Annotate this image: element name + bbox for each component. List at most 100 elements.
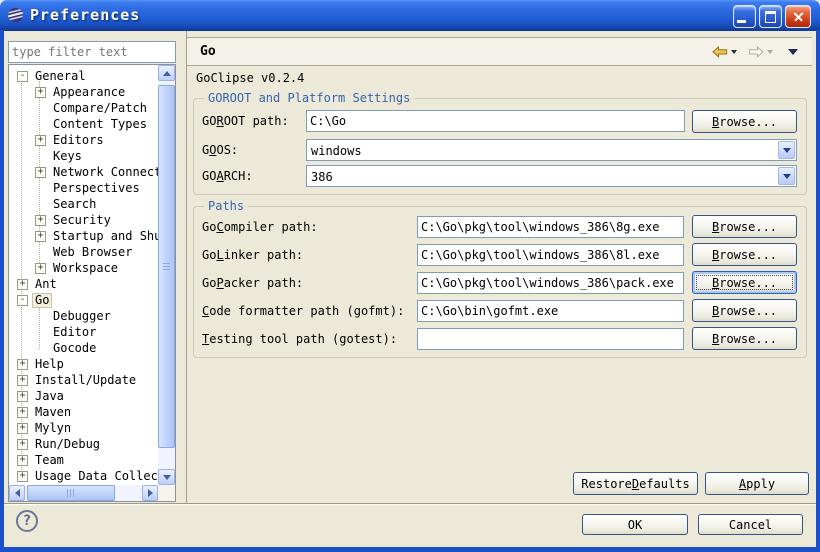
go-packer-path-input[interactable] bbox=[417, 272, 684, 294]
linker-browse-button[interactable]: Browse... bbox=[692, 243, 797, 266]
tree-item-label[interactable]: Team bbox=[32, 453, 67, 468]
titlebar[interactable]: Preferences bbox=[0, 0, 820, 31]
tree-item[interactable]: + Startup and Shu bbox=[9, 228, 158, 244]
apply-button[interactable]: Apply bbox=[705, 472, 809, 495]
tree-item[interactable]: + Workspace bbox=[9, 260, 158, 276]
tree-item-label[interactable]: Go bbox=[32, 293, 52, 308]
close-button[interactable] bbox=[785, 5, 811, 28]
forward-history-menu-button[interactable] bbox=[767, 50, 773, 54]
go-compiler-path-input[interactable] bbox=[417, 216, 684, 238]
packer-browse-button[interactable]: Browse... bbox=[692, 271, 797, 294]
tree-item[interactable]: Editor bbox=[9, 324, 158, 340]
tree-item-label[interactable]: Appearance bbox=[50, 85, 128, 100]
goroot-browse-button[interactable]: Browse... bbox=[692, 110, 797, 133]
panel-divider[interactable] bbox=[186, 31, 187, 503]
tree-item[interactable]: Search bbox=[9, 196, 158, 212]
expand-toggle-icon[interactable]: - bbox=[17, 295, 28, 306]
tree-item-label[interactable]: Usage Data Collect bbox=[32, 469, 158, 484]
back-button[interactable] bbox=[712, 46, 728, 58]
tree-item[interactable]: + Ant bbox=[9, 276, 158, 292]
formatter-browse-button[interactable]: Browse... bbox=[692, 299, 797, 322]
tree-item-label[interactable]: Run/Debug bbox=[32, 437, 103, 452]
help-button[interactable]: ? bbox=[16, 510, 38, 532]
restore-defaults-button[interactable]: Restore Defaults bbox=[573, 472, 698, 495]
tree-item[interactable]: Perspectives bbox=[9, 180, 158, 196]
tree-item[interactable]: Content Types bbox=[9, 116, 158, 132]
tree-item[interactable]: + Mylyn bbox=[9, 420, 158, 436]
expand-toggle-icon[interactable]: + bbox=[35, 135, 46, 146]
minimize-button[interactable] bbox=[733, 5, 756, 28]
forward-button[interactable] bbox=[748, 46, 764, 58]
scroll-left-button[interactable] bbox=[9, 485, 25, 501]
tree-item-label[interactable]: Network Connect bbox=[50, 165, 158, 180]
tree-item[interactable]: Gocode bbox=[9, 340, 158, 356]
tree-item-label[interactable]: Debugger bbox=[50, 309, 114, 324]
tree-item[interactable]: Web Browser bbox=[9, 244, 158, 260]
maximize-button[interactable] bbox=[759, 5, 782, 28]
tree-item[interactable]: - General bbox=[9, 68, 158, 84]
tree-item-label[interactable]: Mylyn bbox=[32, 421, 74, 436]
tree-item-label[interactable]: Help bbox=[32, 357, 67, 372]
horizontal-scroll-thumb[interactable] bbox=[27, 485, 115, 501]
goos-combobox[interactable]: windows bbox=[306, 139, 797, 161]
expand-toggle-icon[interactable]: + bbox=[17, 391, 28, 402]
tree-item[interactable]: + Network Connect bbox=[9, 164, 158, 180]
tree-item[interactable]: - Go bbox=[9, 292, 158, 308]
tree-item-label[interactable]: Compare/Patch bbox=[50, 101, 150, 116]
tree-item-label[interactable]: General bbox=[32, 69, 89, 84]
filter-input[interactable] bbox=[8, 41, 176, 63]
tree-vertical-scrollbar[interactable] bbox=[158, 65, 175, 485]
tree-item-label[interactable]: Content Types bbox=[50, 117, 150, 132]
tree-item-label[interactable]: Editor bbox=[50, 325, 99, 340]
tree-item[interactable]: + Team bbox=[9, 452, 158, 468]
tree-item[interactable]: + Appearance bbox=[9, 84, 158, 100]
dropdown-button[interactable] bbox=[778, 141, 795, 159]
tree-item-label[interactable]: Keys bbox=[50, 149, 85, 164]
tree-item[interactable]: + Java bbox=[9, 388, 158, 404]
tree-item[interactable]: + Usage Data Collect bbox=[9, 468, 158, 484]
expand-toggle-icon[interactable]: - bbox=[17, 71, 28, 82]
tree-item-label[interactable]: Java bbox=[32, 389, 67, 404]
dropdown-button[interactable] bbox=[778, 167, 795, 185]
expand-toggle-icon[interactable]: + bbox=[35, 263, 46, 274]
scroll-right-button[interactable] bbox=[142, 485, 158, 501]
testing-browse-button[interactable]: Browse... bbox=[692, 327, 797, 350]
tree-item[interactable]: + Install/Update bbox=[9, 372, 158, 388]
expand-toggle-icon[interactable]: + bbox=[35, 167, 46, 178]
vertical-scroll-thumb[interactable] bbox=[158, 85, 175, 448]
tree-item[interactable]: Debugger bbox=[9, 308, 158, 324]
tree-item-label[interactable]: Security bbox=[50, 213, 114, 228]
expand-toggle-icon[interactable]: + bbox=[17, 359, 28, 370]
compiler-browse-button[interactable]: Browse... bbox=[692, 215, 797, 238]
view-menu-button[interactable] bbox=[788, 49, 798, 55]
tree-item-label[interactable]: Perspectives bbox=[50, 181, 143, 196]
expand-toggle-icon[interactable]: + bbox=[35, 231, 46, 242]
expand-toggle-icon[interactable]: + bbox=[17, 455, 28, 466]
tree-item[interactable]: + Help bbox=[9, 356, 158, 372]
tree-item-label[interactable]: Workspace bbox=[50, 261, 121, 276]
tree-item[interactable]: + Run/Debug bbox=[9, 436, 158, 452]
scroll-down-button[interactable] bbox=[158, 469, 175, 485]
tree-item[interactable]: Keys bbox=[9, 148, 158, 164]
expand-toggle-icon[interactable]: + bbox=[17, 439, 28, 450]
expand-toggle-icon[interactable]: + bbox=[35, 215, 46, 226]
goroot-path-input[interactable] bbox=[306, 110, 685, 132]
tree-item[interactable]: + Maven bbox=[9, 404, 158, 420]
expand-toggle-icon[interactable]: + bbox=[17, 375, 28, 386]
expand-toggle-icon[interactable]: + bbox=[35, 87, 46, 98]
expand-toggle-icon[interactable]: + bbox=[17, 407, 28, 418]
expand-toggle-icon[interactable]: + bbox=[17, 279, 28, 290]
tree-item-label[interactable]: Gocode bbox=[50, 341, 99, 356]
tree-item-label[interactable]: Editors bbox=[50, 133, 107, 148]
tree-item[interactable]: + Security bbox=[9, 212, 158, 228]
tree-item-label[interactable]: Startup and Shu bbox=[50, 229, 158, 244]
ok-button[interactable]: OK bbox=[582, 514, 688, 535]
tree-item[interactable]: + Editors bbox=[9, 132, 158, 148]
expand-toggle-icon[interactable]: + bbox=[17, 423, 28, 434]
expand-toggle-icon[interactable]: + bbox=[17, 471, 28, 482]
back-history-menu-button[interactable] bbox=[731, 50, 737, 54]
tree-item-label[interactable]: Ant bbox=[32, 277, 60, 292]
goarch-combobox[interactable]: 386 bbox=[306, 165, 797, 187]
cancel-button[interactable]: Cancel bbox=[698, 514, 803, 535]
scroll-up-button[interactable] bbox=[158, 65, 175, 81]
